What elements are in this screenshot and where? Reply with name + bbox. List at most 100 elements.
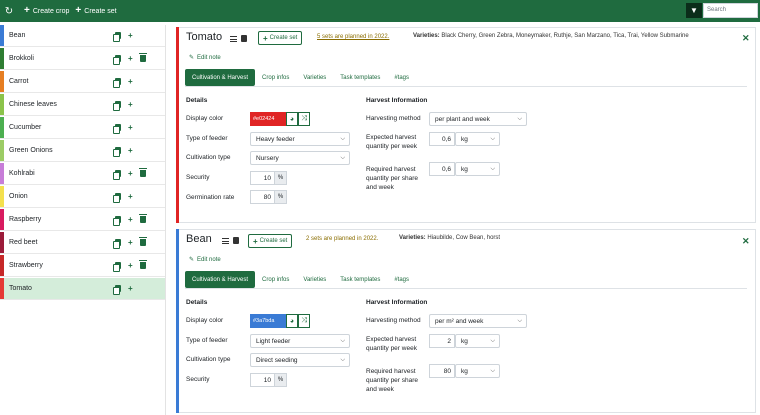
plus-icon[interactable]: +: [128, 123, 133, 132]
plus-icon[interactable]: +: [128, 100, 133, 109]
create-crop-button[interactable]: + Create crop: [24, 6, 69, 16]
required-label-line1: Required harvest: [366, 368, 416, 375]
copy-icon[interactable]: [233, 237, 239, 244]
shuffle-icon[interactable]: ⤨: [298, 112, 310, 126]
crop-name: Tomato: [9, 285, 32, 292]
list-item[interactable]: Green Onions +: [0, 140, 165, 162]
list-item[interactable]: Chinese leaves +: [0, 94, 165, 116]
harvest-method-select[interactable]: per m² and week ⌵: [429, 314, 527, 328]
copy-icon[interactable]: [113, 101, 121, 111]
plus-icon[interactable]: +: [128, 238, 133, 247]
plus-icon[interactable]: +: [128, 261, 133, 270]
tab-varieties[interactable]: Varieties: [296, 271, 333, 288]
plus-icon[interactable]: +: [128, 54, 133, 63]
list-item[interactable]: Red beet +: [0, 232, 165, 254]
search-input[interactable]: Search: [703, 3, 758, 18]
tab-tags[interactable]: #tags: [387, 271, 416, 288]
list-item[interactable]: Kohlrabi +: [0, 163, 165, 185]
plus-icon[interactable]: +: [128, 192, 133, 201]
copy-icon[interactable]: [113, 78, 121, 88]
chevron-down-icon: ⌵: [490, 166, 495, 172]
create-set-button[interactable]: + Create set: [248, 234, 293, 248]
required-unit-select[interactable]: kg ⌵: [455, 162, 500, 176]
plus-icon[interactable]: +: [128, 215, 133, 224]
tab-task-templates[interactable]: Task templates: [333, 69, 387, 86]
security-input[interactable]: 10: [250, 373, 275, 387]
harvest-method-select[interactable]: per plant and week ⌵: [429, 112, 527, 126]
list-item[interactable]: Raspberry +: [0, 209, 165, 231]
crop-name: Brokkoli: [9, 55, 34, 62]
copy-icon[interactable]: [241, 35, 247, 42]
tab-crop-infos[interactable]: Crop infos: [255, 271, 296, 288]
copy-icon[interactable]: [113, 147, 121, 157]
close-icon[interactable]: ✕: [742, 33, 750, 44]
color-swatch[interactable]: #3a7bda: [250, 314, 286, 328]
palette-icon[interactable]: ◕: [286, 112, 298, 126]
create-set-button[interactable]: + Create set: [258, 31, 303, 45]
required-unit: kg: [461, 367, 468, 375]
copy-icon[interactable]: [113, 193, 121, 203]
copy-icon[interactable]: [113, 170, 121, 180]
tab-varieties[interactable]: Varieties: [296, 69, 333, 86]
tab-task-templates[interactable]: Task templates: [333, 271, 387, 288]
tab-tags[interactable]: #tags: [387, 69, 416, 86]
germination-input-group: 80 %: [250, 190, 287, 204]
feeder-select[interactable]: Light feeder ⌵: [250, 334, 350, 348]
copy-icon[interactable]: [113, 262, 121, 272]
list-item[interactable]: Bean +: [0, 25, 165, 47]
trash-icon[interactable]: [138, 214, 147, 223]
list-item[interactable]: Carrot +: [0, 71, 165, 93]
create-set-button[interactable]: + Create set: [75, 6, 116, 16]
plus-icon[interactable]: +: [128, 77, 133, 86]
tab-cultivation-harvest[interactable]: Cultivation & Harvest: [185, 69, 256, 86]
crop-name: Green Onions: [9, 147, 53, 154]
edit-note-button[interactable]: ✎ Edit note: [189, 54, 221, 62]
security-input[interactable]: 10: [250, 171, 275, 185]
list-item[interactable]: Strawberry +: [0, 255, 165, 277]
feeder-select[interactable]: Heavy feeder ⌵: [250, 132, 350, 146]
tab-crop-infos[interactable]: Crop infos: [255, 69, 296, 86]
filter-icon[interactable]: ▼: [686, 3, 702, 18]
expected-unit-select[interactable]: kg ⌵: [455, 132, 500, 146]
germination-input[interactable]: 80: [250, 190, 275, 204]
required-input[interactable]: 80: [429, 364, 455, 378]
copy-icon[interactable]: [113, 32, 121, 42]
close-icon[interactable]: ✕: [742, 236, 750, 247]
refresh-icon[interactable]: ↻: [0, 6, 18, 17]
list-icon[interactable]: [222, 237, 229, 244]
required-unit-select[interactable]: kg ⌵: [455, 364, 500, 378]
copy-icon[interactable]: [113, 239, 121, 249]
expected-input[interactable]: 2: [429, 334, 455, 348]
crop-title: Bean: [186, 233, 212, 245]
required-input[interactable]: 0,6: [429, 162, 455, 176]
edit-note-button[interactable]: ✎ Edit note: [189, 256, 221, 264]
required-label-line3: and week: [366, 184, 394, 191]
copy-icon[interactable]: [113, 55, 121, 65]
trash-icon[interactable]: [138, 260, 147, 269]
cultivation-select[interactable]: Nursery ⌵: [250, 151, 350, 165]
plus-icon[interactable]: +: [128, 169, 133, 178]
trash-icon[interactable]: [138, 53, 147, 62]
plus-icon[interactable]: +: [128, 31, 133, 40]
copy-icon[interactable]: [113, 124, 121, 134]
expected-input[interactable]: 0,6: [429, 132, 455, 146]
expected-unit-select[interactable]: kg ⌵: [455, 334, 500, 348]
feeder-label: Type of feeder: [186, 135, 228, 142]
tab-cultivation-harvest[interactable]: Cultivation & Harvest: [185, 271, 256, 288]
copy-icon[interactable]: [113, 216, 121, 226]
list-item[interactable]: Onion +: [0, 186, 165, 208]
copy-icon[interactable]: [113, 285, 121, 295]
plus-icon[interactable]: +: [128, 284, 133, 293]
plus-icon[interactable]: +: [128, 146, 133, 155]
shuffle-icon[interactable]: ⤨: [298, 314, 310, 328]
palette-icon[interactable]: ◕: [286, 314, 298, 328]
planned-sets-link[interactable]: 5 sets are planned in 2022.: [317, 34, 389, 40]
list-item[interactable]: Brokkoli +: [0, 48, 165, 70]
cultivation-select[interactable]: Direct seeding ⌵: [250, 353, 350, 367]
trash-icon[interactable]: [138, 237, 147, 246]
trash-icon[interactable]: [138, 168, 147, 177]
list-item[interactable]: Cucumber +: [0, 117, 165, 139]
list-icon[interactable]: [230, 35, 237, 42]
list-item[interactable]: Tomato +: [0, 278, 165, 300]
color-swatch[interactable]: #e02424: [250, 112, 286, 126]
